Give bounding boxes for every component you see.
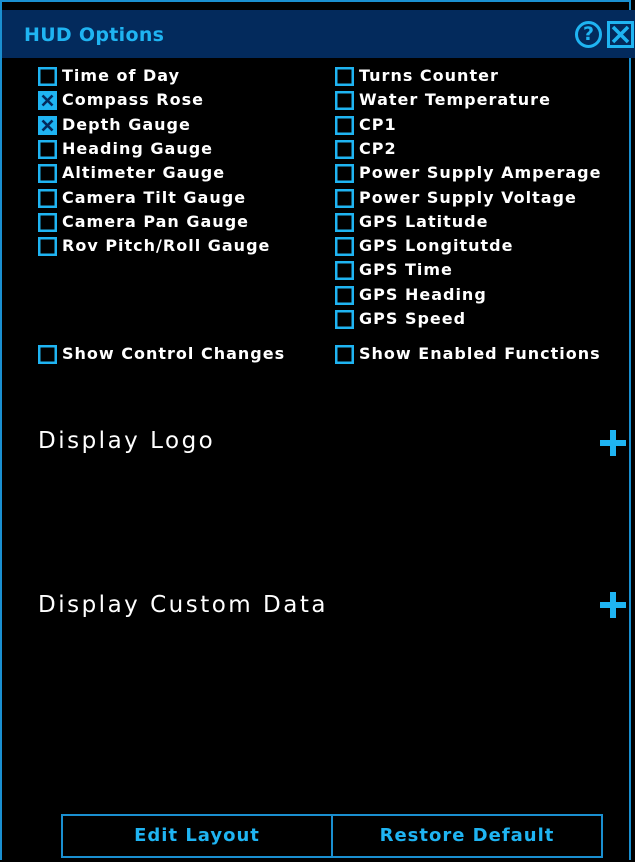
- option-heading-gauge-checkbox[interactable]: [38, 139, 57, 159]
- option-turns-counter-checkbox[interactable]: [335, 67, 354, 86]
- option-cp2-checkbox[interactable]: [335, 139, 354, 159]
- display-logo-title: Display Logo: [38, 428, 216, 454]
- option-water-temperature-checkbox[interactable]: [335, 91, 354, 111]
- option-power-supply-amperage-label: Power Supply Amperage: [359, 163, 602, 183]
- option-compass-rose-label: Compass Rose: [62, 90, 204, 110]
- option-camera-tilt-gauge-label: Camera Tilt Gauge: [62, 187, 247, 207]
- option-gps-latitude-label: GPS Latitude: [359, 211, 489, 231]
- show-enabled-functions-checkbox[interactable]: [335, 345, 354, 364]
- option-altimeter-gauge-label: Altimeter Gauge: [62, 163, 226, 183]
- option-gps-speed-checkbox[interactable]: [335, 310, 354, 329]
- option-gps-time-checkbox[interactable]: [335, 261, 354, 281]
- option-cp1-label: CP1: [359, 114, 397, 134]
- option-camera-pan-gauge-label: Camera Pan Gauge: [62, 211, 249, 231]
- option-gps-longitutde-label: GPS Longitutde: [359, 236, 514, 256]
- restore-default-button[interactable]: Restore Default: [331, 814, 603, 858]
- option-gps-latitude-checkbox[interactable]: [335, 212, 354, 232]
- option-depth-gauge-label: Depth Gauge: [62, 114, 191, 134]
- show-control-changes-checkbox[interactable]: [38, 345, 57, 364]
- option-gps-heading-checkbox[interactable]: [335, 285, 354, 305]
- option-rov-pitch-roll-gauge-checkbox[interactable]: [38, 237, 57, 257]
- option-water-temperature-label: Water Temperature: [359, 90, 551, 110]
- option-altimeter-gauge-checkbox[interactable]: [38, 164, 57, 184]
- option-gps-longitutde-checkbox[interactable]: [335, 237, 354, 257]
- option-camera-tilt-gauge-checkbox[interactable]: [38, 188, 57, 208]
- option-time-of-day-label: Time of Day: [62, 66, 181, 85]
- option-gps-time-label: GPS Time: [359, 260, 453, 280]
- display-custom-data-title: Display Custom Data: [38, 592, 328, 618]
- option-power-supply-amperage-checkbox[interactable]: [335, 164, 354, 184]
- option-rov-pitch-roll-gauge-label: Rov Pitch/Roll Gauge: [62, 236, 271, 256]
- display-custom-data-expand-plus-icon[interactable]: [600, 592, 626, 618]
- show-enabled-functions-label: Show Enabled Functions: [359, 344, 601, 363]
- option-heading-gauge-label: Heading Gauge: [62, 138, 214, 158]
- panel-title: HUD Options: [24, 24, 165, 46]
- option-cp1-checkbox[interactable]: [335, 115, 354, 135]
- option-gps-speed-label: GPS Speed: [359, 309, 467, 328]
- display-logo-expand-plus-icon[interactable]: [600, 430, 626, 456]
- option-compass-rose-checkbox[interactable]: [38, 91, 57, 111]
- help-icon[interactable]: ?: [575, 21, 602, 48]
- option-power-supply-voltage-label: Power Supply Voltage: [359, 187, 577, 207]
- option-turns-counter-label: Turns Counter: [359, 66, 499, 85]
- show-control-changes-label: Show Control Changes: [62, 344, 286, 363]
- close-icon[interactable]: [607, 21, 634, 48]
- option-camera-pan-gauge-checkbox[interactable]: [38, 212, 57, 232]
- edit-layout-button[interactable]: Edit Layout: [61, 814, 333, 858]
- option-depth-gauge-checkbox[interactable]: [38, 115, 57, 135]
- hud-options-panel: HUD Options ? Time of Day Compass Rose Dep…: [0, 0, 635, 860]
- option-power-supply-voltage-checkbox[interactable]: [335, 188, 354, 208]
- option-cp2-label: CP2: [359, 138, 397, 158]
- option-time-of-day-checkbox[interactable]: [38, 67, 57, 86]
- option-gps-heading-label: GPS Heading: [359, 284, 487, 304]
